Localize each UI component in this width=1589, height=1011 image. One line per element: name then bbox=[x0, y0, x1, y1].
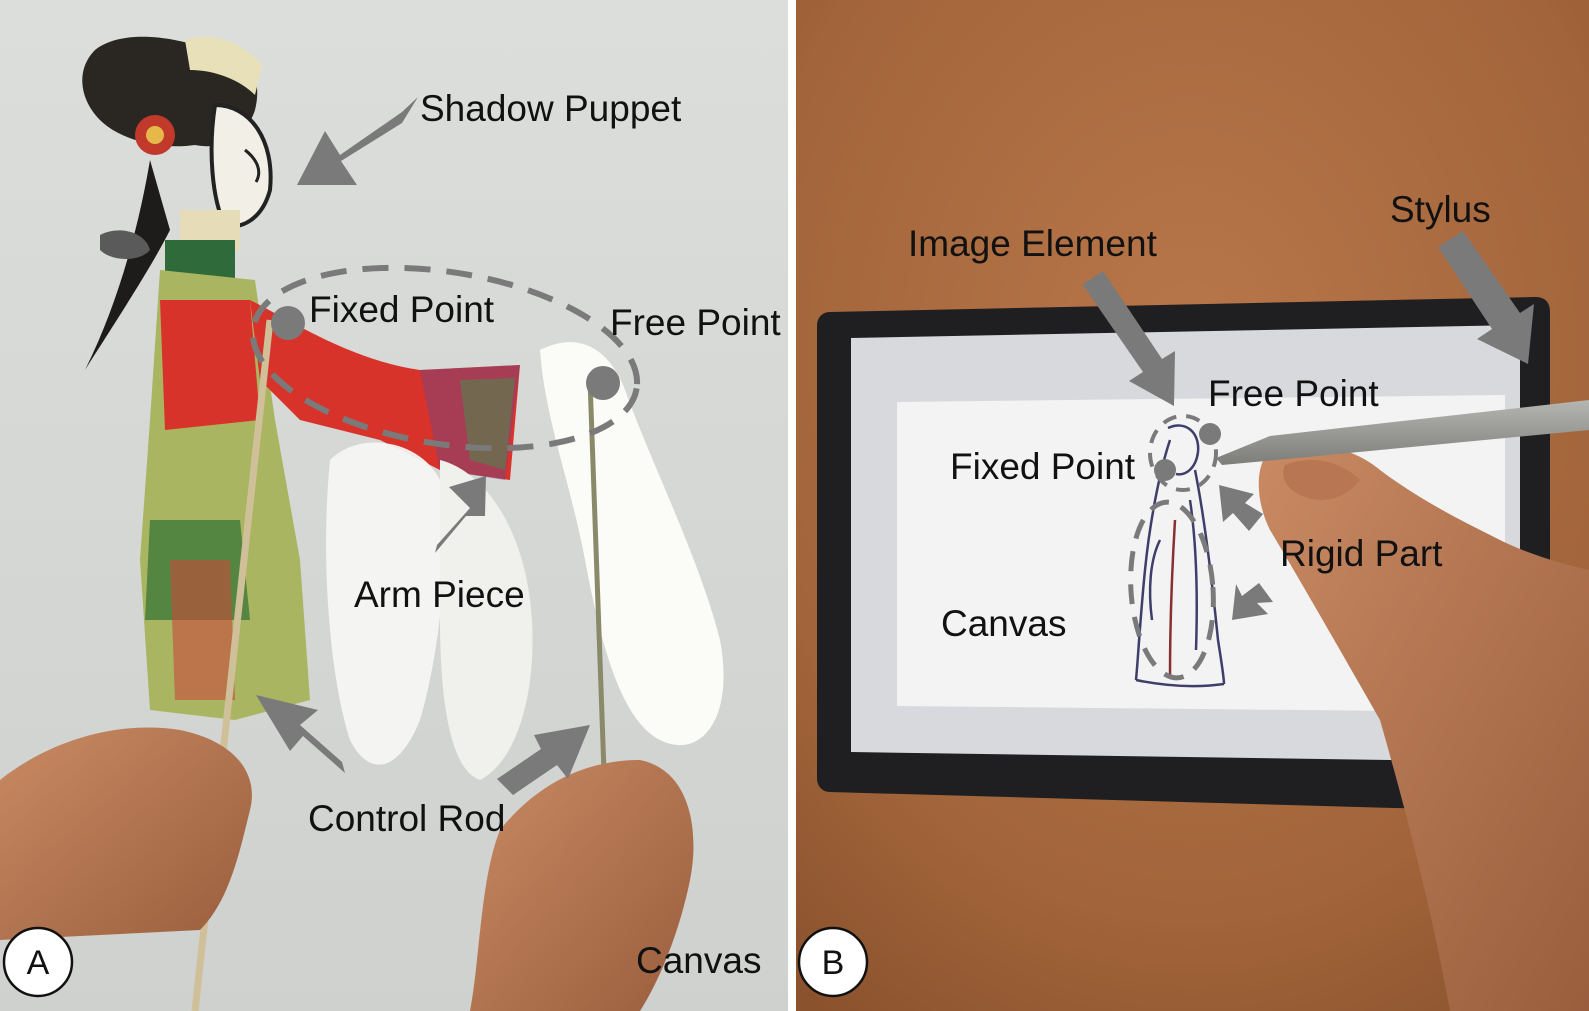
fixed-point-marker-b bbox=[1154, 459, 1176, 481]
label-canvas-a: Canvas bbox=[636, 940, 761, 981]
panel-a-badge: A bbox=[27, 944, 50, 982]
label-shadow-puppet: Shadow Puppet bbox=[420, 88, 682, 129]
free-point-marker bbox=[586, 366, 620, 400]
label-rigid-part: Rigid Part bbox=[1280, 533, 1443, 574]
label-stylus: Stylus bbox=[1390, 189, 1491, 230]
free-point-marker-b bbox=[1199, 423, 1221, 445]
label-control-rod: Control Rod bbox=[308, 798, 505, 839]
fixed-point-marker bbox=[271, 306, 305, 340]
label-arm-piece: Arm Piece bbox=[354, 574, 525, 615]
label-free-point-b: Free Point bbox=[1208, 373, 1379, 414]
panel-divider bbox=[788, 0, 796, 1011]
label-image-element: Image Element bbox=[908, 223, 1158, 264]
label-fixed-point-b: Fixed Point bbox=[950, 446, 1136, 487]
left-hand bbox=[0, 727, 252, 940]
panel-a: Shadow Puppet Fixed Point Free Point Arm… bbox=[0, 0, 788, 1011]
panel-b-badge: B bbox=[822, 944, 845, 982]
panel-b: Image Element Stylus Free Point Fixed Po… bbox=[796, 0, 1589, 1011]
label-fixed-point-a: Fixed Point bbox=[309, 289, 495, 330]
figure: Shadow Puppet Fixed Point Free Point Arm… bbox=[0, 0, 1589, 1011]
label-canvas-b: Canvas bbox=[941, 603, 1066, 644]
label-free-point-a: Free Point bbox=[610, 302, 781, 343]
